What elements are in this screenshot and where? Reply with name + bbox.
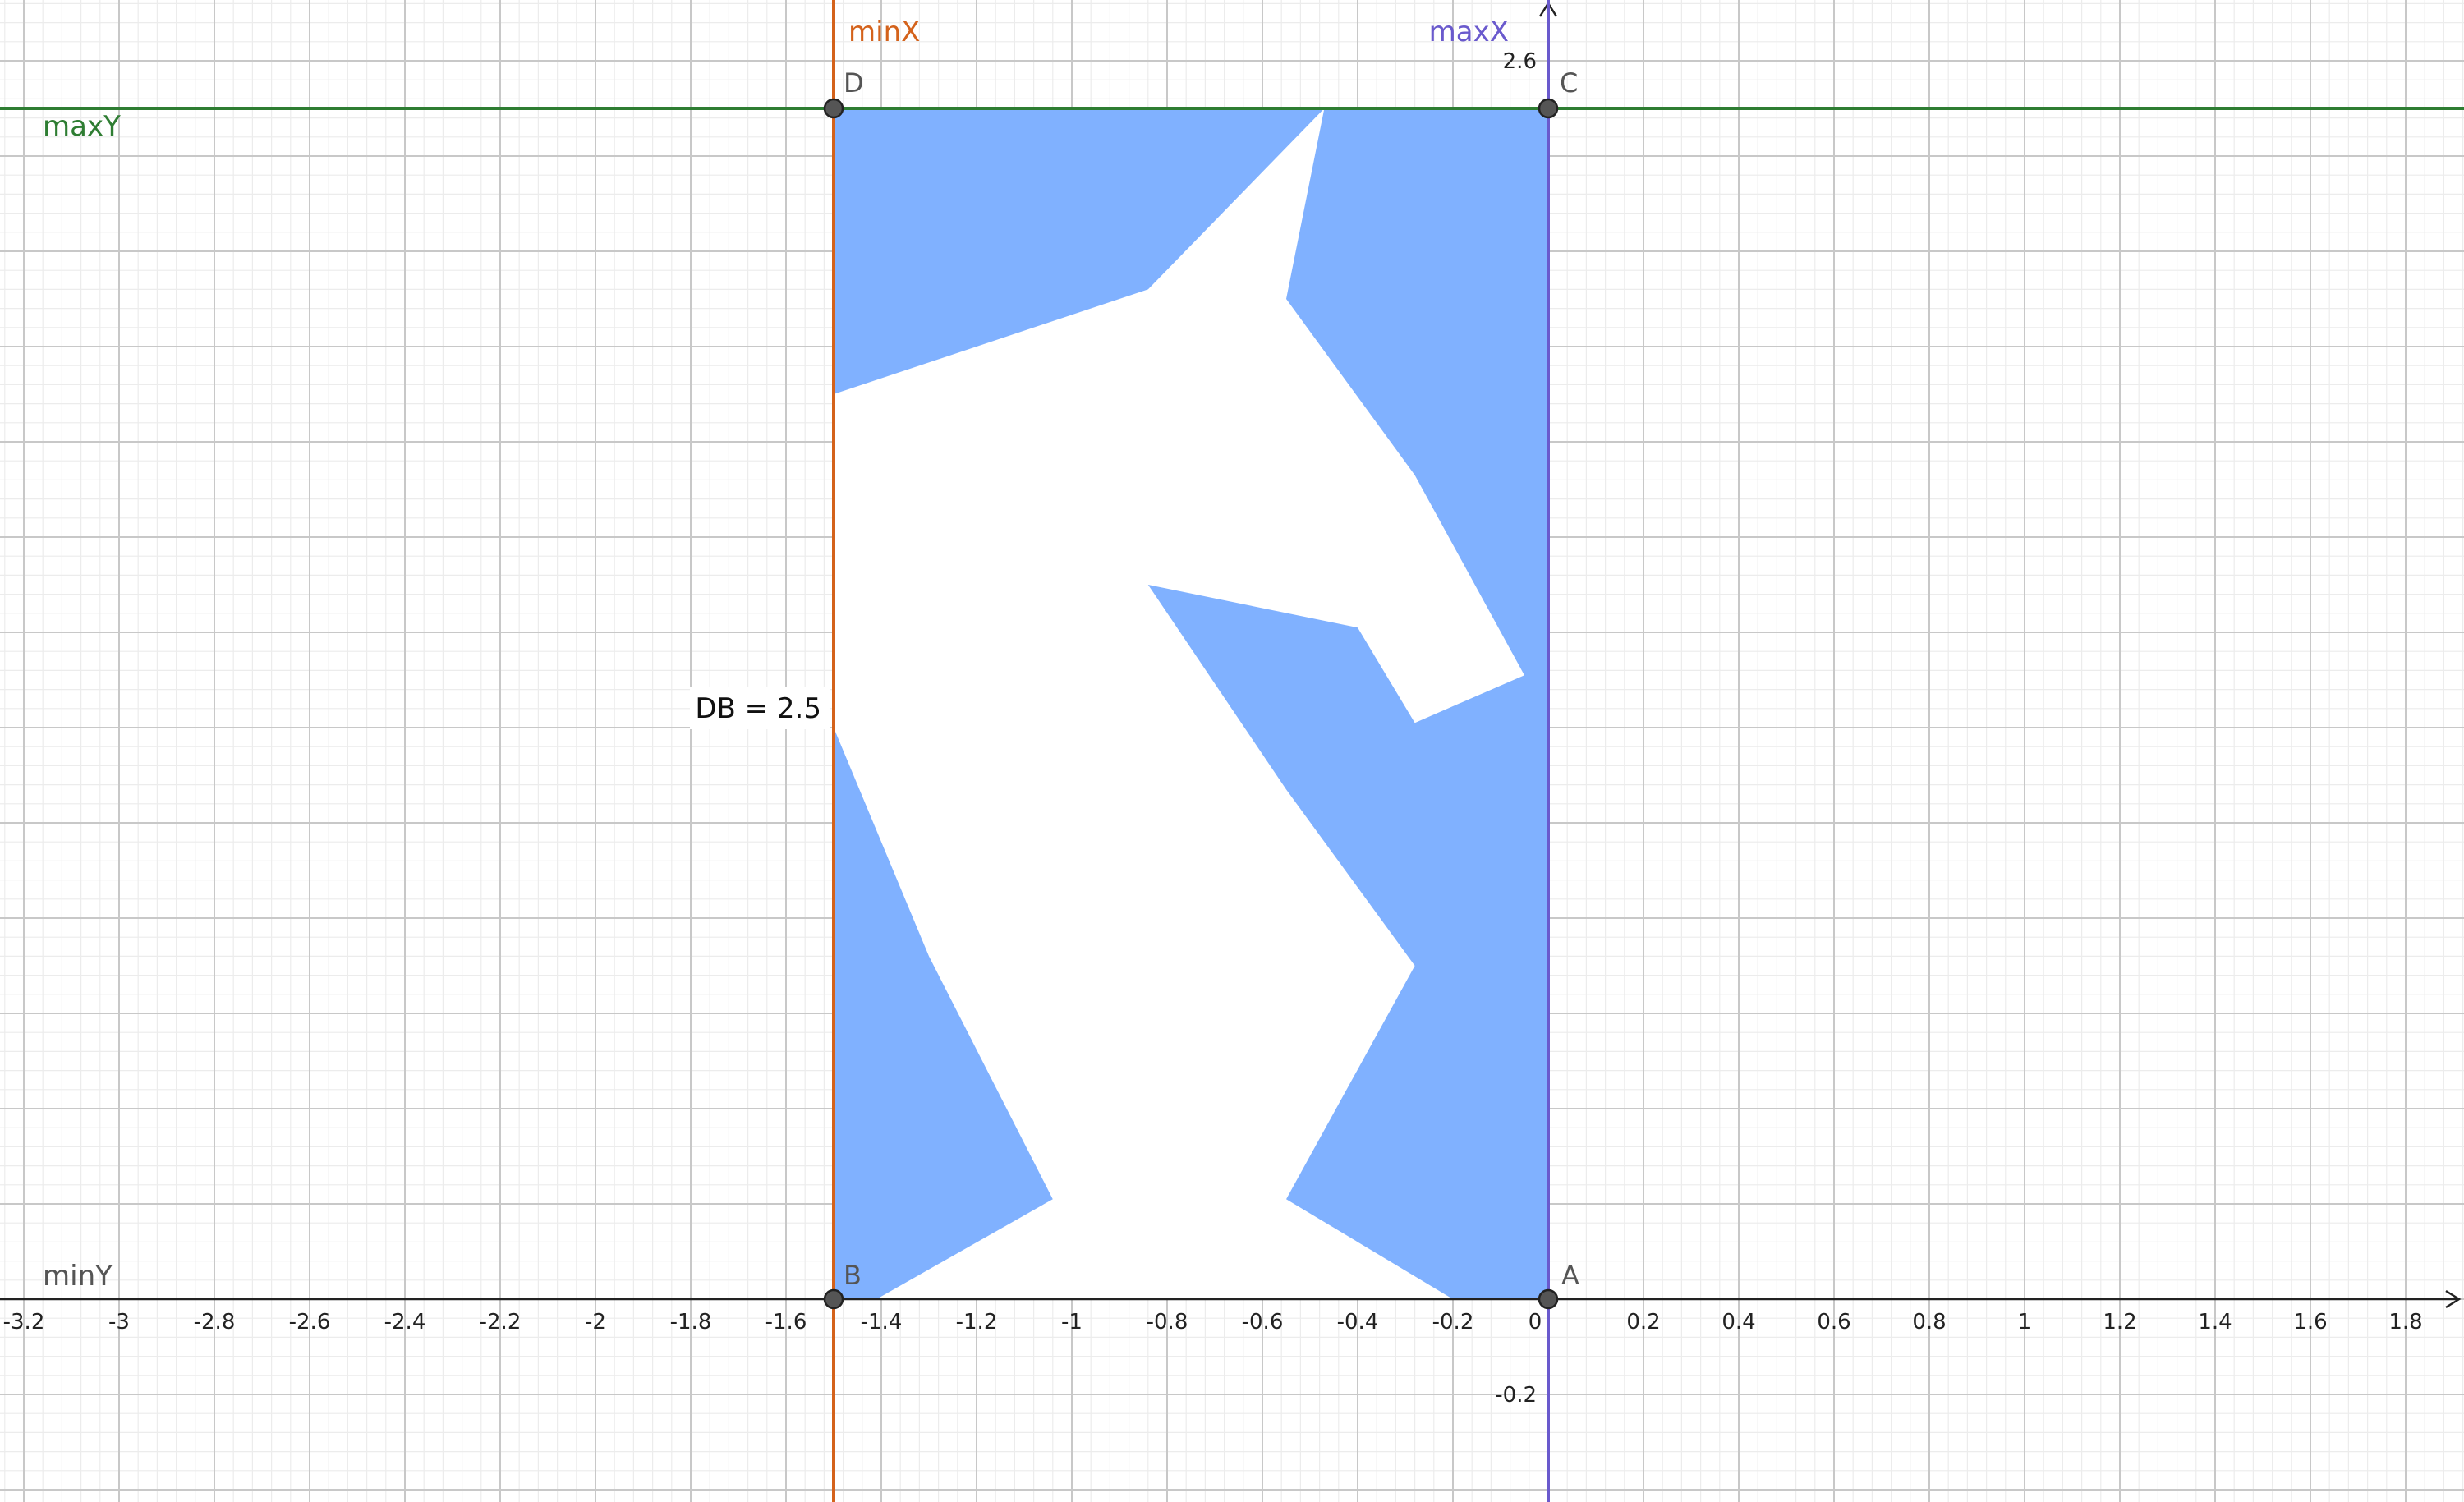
- point-D-label: D: [844, 67, 864, 99]
- point-B[interactable]: [823, 1288, 844, 1310]
- x-tick-label: -3.2: [3, 1310, 45, 1334]
- x-tick-label: -1.6: [765, 1310, 807, 1334]
- x-tick-label: 0.6: [1817, 1310, 1850, 1334]
- x-tick-label: -1.8: [670, 1310, 712, 1334]
- point-A[interactable]: [1538, 1288, 1559, 1310]
- shaded-region: [834, 108, 1548, 1299]
- x-tick-label: -2.8: [194, 1310, 236, 1334]
- x-tick-label: 0.4: [1722, 1310, 1755, 1334]
- x-tick-label: 1.6: [2293, 1310, 2327, 1334]
- x-tick-label: -2.6: [289, 1310, 331, 1334]
- point-A-label: A: [1561, 1260, 1579, 1291]
- x-tick-label: -2: [585, 1310, 606, 1334]
- x-tick-label: -3: [108, 1310, 130, 1334]
- x-tick-label: 1.8: [2388, 1310, 2422, 1334]
- x-tick-label: 0.2: [1626, 1310, 1660, 1334]
- x-tick-label: -0.4: [1337, 1310, 1379, 1334]
- x-tick-label: -1.4: [861, 1310, 903, 1334]
- x-tick-label: 1.4: [2198, 1310, 2232, 1334]
- x-tick-label: -0.6: [1242, 1310, 1284, 1334]
- x-tick-label: -2.2: [480, 1310, 522, 1334]
- x-tick-label: 1.2: [2103, 1310, 2136, 1334]
- coordinate-plane[interactable]: -3.2 -3 -2.8 -2.6 -2.4 -2.2 -2 -1.8 -1.6 -1.4 -1.2…: [0, 0, 2464, 1502]
- x-tick-label: 0: [1529, 1310, 1542, 1334]
- x-tick-label: 0.8: [1912, 1310, 1946, 1334]
- point-B-label: B: [844, 1260, 862, 1291]
- maxY-label: maxY: [43, 110, 121, 143]
- point-C-label: C: [1560, 67, 1578, 99]
- x-tick-label: -2.4: [384, 1310, 426, 1334]
- point-D[interactable]: [823, 98, 844, 119]
- segment-db-label: DB = 2.5: [695, 692, 821, 725]
- graphics-view[interactable]: -3.2 -3 -2.8 -2.6 -2.4 -2.2 -2 -1.8 -1.6 -1.4 -1.2…: [0, 0, 2464, 1502]
- y-tick-label: -0.2: [1495, 1383, 1537, 1408]
- x-tick-label: -0.2: [1432, 1310, 1474, 1334]
- point-C[interactable]: [1538, 98, 1559, 119]
- maxX-label: maxX: [1429, 16, 1509, 48]
- x-tick-label: 1: [2018, 1310, 2032, 1334]
- minX-label: minX: [848, 16, 920, 48]
- minY-label: minY: [43, 1260, 113, 1293]
- x-tick-label: -1: [1061, 1310, 1083, 1334]
- x-tick-label: -0.8: [1147, 1310, 1188, 1334]
- y-tick-label: 2.6: [1503, 49, 1537, 74]
- x-tick-label: -1.2: [956, 1310, 998, 1334]
